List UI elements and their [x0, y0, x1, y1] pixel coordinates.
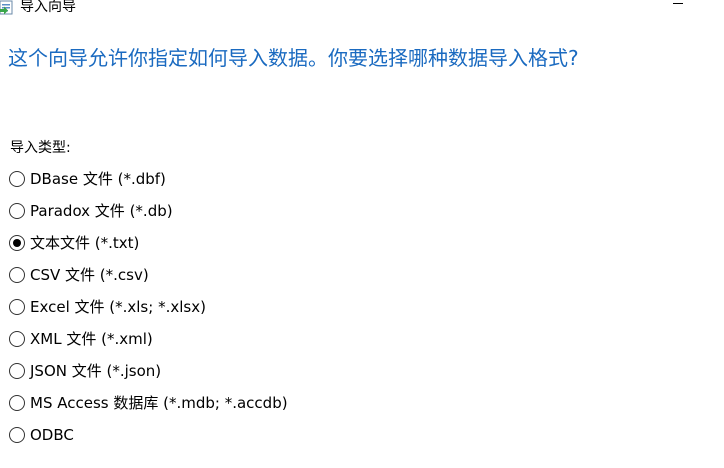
option-label: CSV 文件 (*.csv) [30, 266, 149, 284]
import-wizard-icon [0, 0, 16, 16]
option-json[interactable]: JSON 文件 (*.json) [9, 360, 161, 382]
option-ms-access[interactable]: MS Access 数据库 (*.mdb; *.accdb) [9, 392, 288, 414]
option-csv[interactable]: CSV 文件 (*.csv) [9, 264, 149, 286]
radio-icon[interactable] [9, 171, 25, 187]
radio-icon[interactable] [9, 427, 25, 443]
radio-icon[interactable] [9, 331, 25, 347]
import-wizard-window: 导入向导 这个向导允许你指定如何导入数据。你要选择哪种数据导入格式? 导入类型:… [0, 0, 724, 468]
radio-icon[interactable] [9, 363, 25, 379]
import-type-label: 导入类型: [10, 140, 71, 156]
radio-icon[interactable] [9, 395, 25, 411]
option-label: 文本文件 (*.txt) [30, 234, 140, 252]
minimize-button[interactable] [670, 0, 686, 12]
window-title: 导入向导 [20, 0, 76, 15]
option-odbc[interactable]: ODBC [9, 424, 74, 446]
option-excel[interactable]: Excel 文件 (*.xls; *.xlsx) [9, 296, 206, 318]
option-label: MS Access 数据库 (*.mdb; *.accdb) [30, 394, 288, 412]
option-dbase[interactable]: DBase 文件 (*.dbf) [9, 168, 166, 190]
option-label: Paradox 文件 (*.db) [30, 202, 173, 220]
option-label: Excel 文件 (*.xls; *.xlsx) [30, 298, 206, 316]
option-label: DBase 文件 (*.dbf) [30, 170, 166, 188]
wizard-heading: 这个向导允许你指定如何导入数据。你要选择哪种数据导入格式? [8, 46, 579, 70]
option-paradox[interactable]: Paradox 文件 (*.db) [9, 200, 173, 222]
option-label: XML 文件 (*.xml) [30, 330, 153, 348]
title-bar: 导入向导 [0, 0, 724, 16]
minimize-icon [673, 3, 683, 4]
radio-icon[interactable] [9, 203, 25, 219]
option-label: JSON 文件 (*.json) [30, 362, 162, 380]
radio-icon[interactable] [9, 299, 25, 315]
option-xml[interactable]: XML 文件 (*.xml) [9, 328, 153, 350]
option-text-file[interactable]: 文本文件 (*.txt) [9, 232, 139, 254]
radio-icon[interactable] [9, 235, 25, 251]
radio-icon[interactable] [9, 267, 25, 283]
option-label: ODBC [30, 426, 74, 444]
